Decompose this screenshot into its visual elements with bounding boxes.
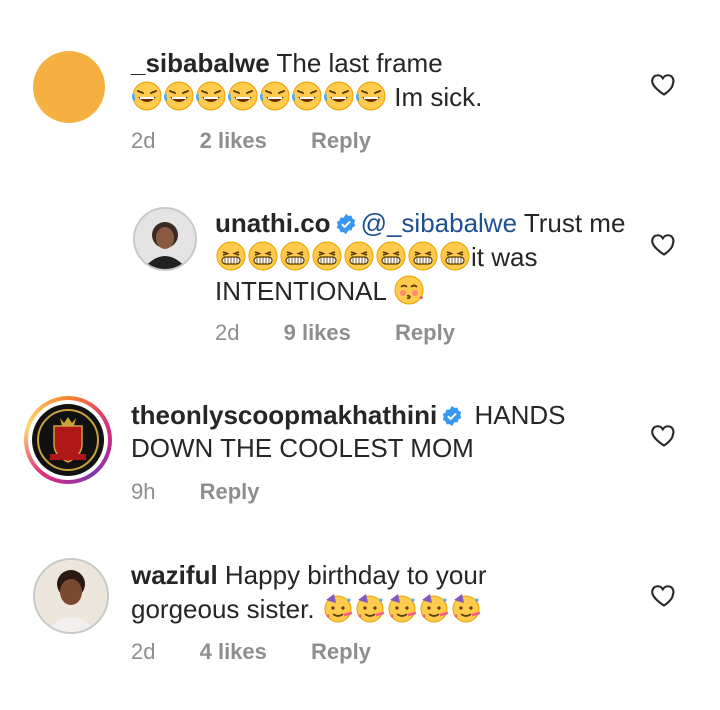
laugh-emoji-icon — [227, 81, 258, 111]
timestamp: 2d — [131, 639, 156, 664]
comment-text-after: Im sick. — [394, 82, 483, 112]
laugh-emoji-icon — [163, 81, 194, 111]
comment-text-line2: gorgeous sister. — [131, 594, 315, 624]
comment-body: theonlyscoopmakhathini HANDS DOWN THE CO… — [131, 399, 601, 465]
comment-text: Happy birthday to your — [224, 560, 487, 590]
timestamp: 2d — [131, 128, 156, 153]
emoji-row — [322, 594, 482, 624]
comment-text: The last frame — [276, 48, 443, 78]
crest-icon — [32, 404, 104, 476]
grin-emoji-icon — [344, 241, 374, 271]
laugh-emoji-icon — [259, 81, 290, 111]
avatar-story-ring[interactable] — [24, 396, 112, 484]
avatar[interactable] — [133, 207, 197, 271]
grin-emoji-icon — [280, 241, 310, 271]
party-emoji-icon — [452, 594, 481, 623]
kiss-emoji-icon — [393, 275, 425, 306]
comment-body: unathi.co @_sibabalwe Trust me it was INTE… — [215, 207, 635, 308]
emoji-row — [131, 81, 387, 112]
laugh-emoji-icon — [291, 81, 322, 111]
comment-body: _sibabalwe The last frame Im sick. — [131, 47, 631, 114]
verified-badge-icon — [443, 405, 462, 427]
reply-button[interactable]: Reply — [395, 320, 455, 345]
laugh-emoji-icon — [355, 81, 386, 111]
likes-count[interactable]: 2 likes — [200, 128, 267, 153]
laugh-emoji-icon — [131, 81, 162, 111]
verified-badge-icon — [336, 213, 355, 235]
heart-icon[interactable] — [650, 581, 678, 609]
likes-count[interactable]: 4 likes — [200, 639, 267, 664]
comment-unathi: unathi.co @_sibabalwe Trust me it was INTE… — [0, 180, 720, 370]
reply-button[interactable]: Reply — [311, 128, 371, 153]
comment-meta: 2d 4 likes Reply — [131, 639, 409, 665]
comment-text-line2: DOWN THE COOLEST MOM — [131, 433, 474, 463]
comment-text: HANDS — [474, 400, 566, 430]
party-emoji-icon — [420, 594, 449, 623]
comment-body: waziful Happy birthday to your gorgeous … — [131, 559, 611, 626]
avatar[interactable] — [33, 558, 109, 634]
kiss-emoji-icon — [394, 275, 424, 305]
grin-emoji-icon — [376, 241, 406, 271]
comment-meta: 9h Reply — [131, 479, 298, 505]
comment-meta: 2d 9 likes Reply — [215, 320, 493, 346]
heart-icon[interactable] — [650, 230, 678, 258]
username[interactable]: waziful — [131, 560, 218, 590]
comment-scoop: theonlyscoopmakhathini HANDS DOWN THE CO… — [0, 380, 720, 530]
timestamp: 9h — [131, 479, 156, 504]
reply-button[interactable]: Reply — [311, 639, 371, 664]
avatar[interactable] — [33, 51, 105, 123]
mention-link[interactable]: @_sibabalwe — [361, 208, 517, 238]
heart-icon[interactable] — [650, 70, 678, 98]
grin-emoji-icon — [408, 241, 438, 271]
party-emoji-icon — [356, 594, 385, 623]
comment-sibabalwe: _sibabalwe The last frame Im sick. 2d 2 … — [0, 0, 720, 180]
grin-emoji-icon — [248, 241, 278, 271]
heart-icon[interactable] — [650, 421, 678, 449]
likes-count[interactable]: 9 likes — [284, 320, 351, 345]
comment-text-line3: INTENTIONAL — [215, 276, 386, 306]
comment-text: Trust me — [523, 208, 626, 238]
comment-text-after: it was — [471, 242, 538, 272]
laugh-emoji-icon — [195, 81, 226, 111]
username[interactable]: theonlyscoopmakhathini — [131, 400, 437, 430]
party-emoji-icon — [324, 594, 353, 623]
grin-emoji-icon — [312, 241, 342, 271]
username[interactable]: unathi.co — [215, 208, 331, 238]
grin-emoji-icon — [440, 241, 470, 271]
timestamp: 2d — [215, 320, 240, 345]
comment-meta: 2d 2 likes Reply — [131, 128, 409, 154]
laugh-emoji-icon — [323, 81, 354, 111]
emoji-row — [215, 241, 471, 272]
reply-button[interactable]: Reply — [200, 479, 260, 504]
username[interactable]: _sibabalwe — [131, 48, 270, 78]
party-emoji-icon — [388, 594, 417, 623]
grin-emoji-icon — [216, 241, 246, 271]
comment-waziful: waziful Happy birthday to your gorgeous … — [0, 540, 720, 710]
